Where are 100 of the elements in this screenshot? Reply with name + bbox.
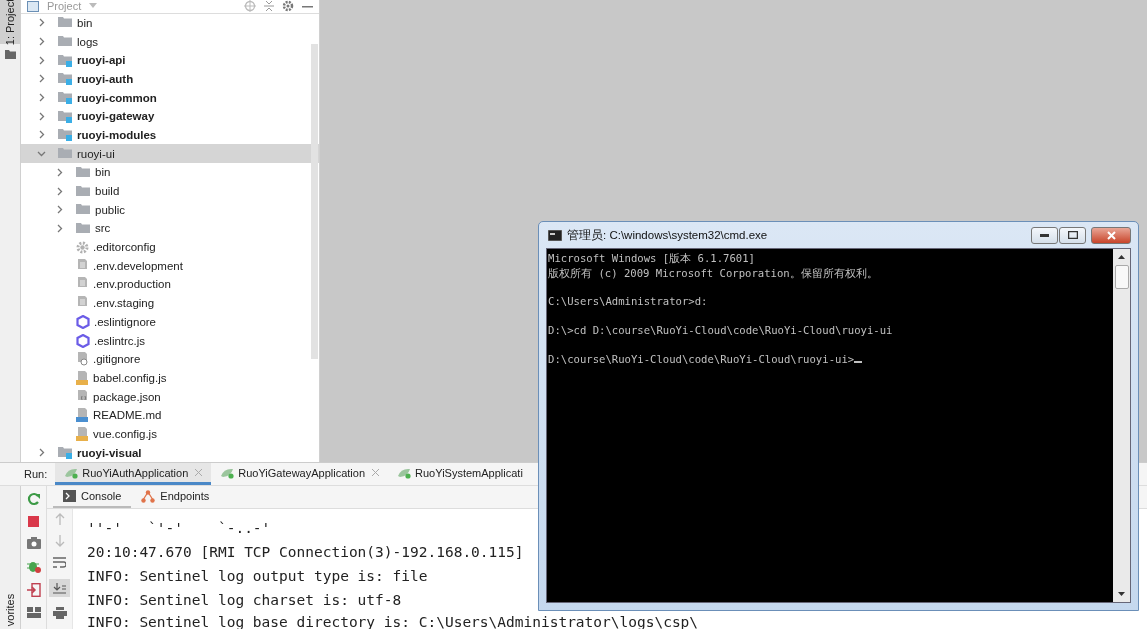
chevron-right-icon[interactable] [37, 448, 46, 458]
console-line: INFO: Sentinel log charset is: utf-8 [87, 591, 403, 610]
minimize-icon [1040, 233, 1049, 237]
tree-item-label: ruoyi-auth [77, 72, 134, 85]
file-icon [76, 352, 89, 367]
tree-item[interactable]: ruoyi-auth [21, 69, 319, 89]
chevron-down-icon[interactable] [37, 149, 46, 159]
tree-item[interactable]: .env.development [21, 256, 319, 276]
tree-item-label: .env.development [93, 259, 183, 272]
terminal-line: C:\Users\Administrator>d: [548, 294, 709, 309]
module-folder-icon [58, 72, 73, 86]
tree-item[interactable]: src [21, 219, 319, 238]
tree-item[interactable]: bin [21, 13, 319, 33]
tree-item[interactable]: ruoyi-api [21, 50, 319, 70]
folder-icon [58, 147, 73, 161]
tree-item-label: build [95, 185, 120, 198]
settings-icon[interactable] [282, 0, 294, 13]
folder-icon [58, 35, 73, 49]
run-tab[interactable]: RuoYiGatewayApplication [211, 463, 389, 485]
cmd-icon [548, 229, 562, 241]
tree-item[interactable]: .eslintrc.js [21, 331, 319, 350]
tree-item[interactable]: ruoyi-common [21, 88, 319, 107]
run-label: Run: [24, 468, 48, 480]
tree-item[interactable]: .env.staging [21, 293, 319, 313]
tree-item-label: .gitignore [93, 353, 141, 366]
console-line: ''-' `'-' `-..-' [87, 519, 272, 538]
text-cursor [854, 361, 863, 363]
terminal-icon [63, 490, 76, 502]
tree-item-label: ruoyi-gateway [77, 110, 155, 123]
tree-item[interactable]: package.json [21, 387, 319, 406]
layout-icon[interactable] [26, 607, 41, 618]
tree-item-label: ruoyi-modules [77, 128, 157, 141]
tree-item-label: ruoyi-api [77, 54, 126, 67]
terminal-line: 版权所有 (c) 2009 Microsoft Corporation。保留所有权利。 [548, 265, 879, 280]
scroll-down-icon[interactable] [1118, 592, 1125, 596]
wrap-icon[interactable] [53, 557, 66, 569]
tree-item-label: package.json [93, 390, 161, 403]
tree-item[interactable]: build [21, 181, 319, 201]
tree-item[interactable]: bin [21, 163, 319, 182]
console-tab[interactable]: Endpoints [131, 486, 220, 508]
folder-icon [76, 203, 91, 217]
tree-item[interactable]: logs [21, 32, 319, 51]
module-folder-icon [58, 91, 73, 105]
module-folder-icon [58, 53, 73, 67]
bug-icon[interactable] [26, 559, 41, 573]
tree-item-label: .eslintrc.js [94, 334, 146, 347]
file-icon [76, 426, 89, 441]
tree-item[interactable]: .editorconfig [21, 237, 319, 257]
hexagon-icon [76, 314, 90, 329]
console-line: 20:10:47.670 [RMI TCP Connection(3)-192.168.0.115] [87, 543, 525, 562]
module-folder-icon [58, 446, 73, 460]
tree-item-label: src [95, 222, 111, 235]
tree-item[interactable]: .gitignore [21, 349, 319, 369]
folder-icon [4, 50, 16, 59]
terminal-line: Microsoft Windows [版本 6.1.7601] [548, 251, 756, 266]
scroll-to-end-button[interactable] [49, 579, 70, 597]
tree-item-label: vue.config.js [93, 427, 157, 440]
tree-item[interactable]: ruoyi-modules [21, 125, 319, 145]
file-icon [76, 370, 89, 385]
file-icon [76, 408, 89, 423]
folder-icon [76, 184, 91, 198]
gear-icon [76, 240, 89, 254]
nodes-icon [141, 489, 156, 503]
terminal-line: D:\>cd D:\course\RuoYi-Cloud\code\RuoYi-Cloud\ruoyi-ui [548, 323, 894, 338]
scroll-up-icon[interactable] [1118, 255, 1125, 259]
minimize-button[interactable] [1031, 226, 1058, 244]
folder-icon [76, 221, 91, 235]
tree-item[interactable]: vue.config.js [21, 424, 319, 444]
tree-item[interactable]: public [21, 200, 319, 220]
rerun-icon[interactable] [26, 492, 41, 506]
tree-item[interactable]: ruoyi-visual [21, 443, 319, 462]
tree-item[interactable]: .env.production [21, 275, 319, 294]
terminal-line: D:\course\RuoYi-Cloud\code\RuoYi-Cloud\ruoyi-ui> [548, 338, 1113, 367]
collapse-icon[interactable] [264, 0, 274, 13]
console-tab[interactable]: Console [53, 486, 132, 508]
module-folder-icon [58, 109, 73, 123]
window-title: 管理员: C:\windows\system32\cmd.exe [567, 227, 768, 243]
camera-icon[interactable] [26, 537, 41, 549]
tree-item[interactable]: README.md [21, 405, 319, 425]
tree-item-label: logs [77, 35, 99, 48]
window-icon [27, 0, 39, 12]
run-tab[interactable]: RuoYiSystemApplicati [388, 463, 523, 485]
tree-item[interactable]: babel.config.js [21, 368, 319, 388]
tree-item-label: ruoyi-visual [77, 446, 142, 459]
tree-item-label: bin [77, 16, 93, 29]
run-app-icon [220, 466, 236, 479]
sign-in-icon[interactable] [26, 583, 41, 597]
maximize-icon [1067, 231, 1078, 239]
tree-item-label: .env.staging [93, 297, 155, 310]
tree-item[interactable]: ruoyi-gateway [21, 106, 319, 126]
minimize-icon[interactable] [302, 4, 313, 8]
close-button[interactable] [1091, 226, 1131, 244]
tree-item[interactable]: ruoyi-ui [21, 144, 319, 163]
maximize-button[interactable] [1059, 226, 1086, 244]
tree-item-label: .eslintignore [94, 315, 156, 328]
print-icon[interactable] [52, 607, 67, 619]
tree-item[interactable]: .eslintignore [21, 312, 319, 332]
tree-item-label: ruoyi-common [77, 91, 157, 104]
run-tab[interactable]: RuoYiAuthApplication [55, 463, 212, 485]
console-line: INFO: Sentinel log output type is: file [87, 567, 429, 586]
